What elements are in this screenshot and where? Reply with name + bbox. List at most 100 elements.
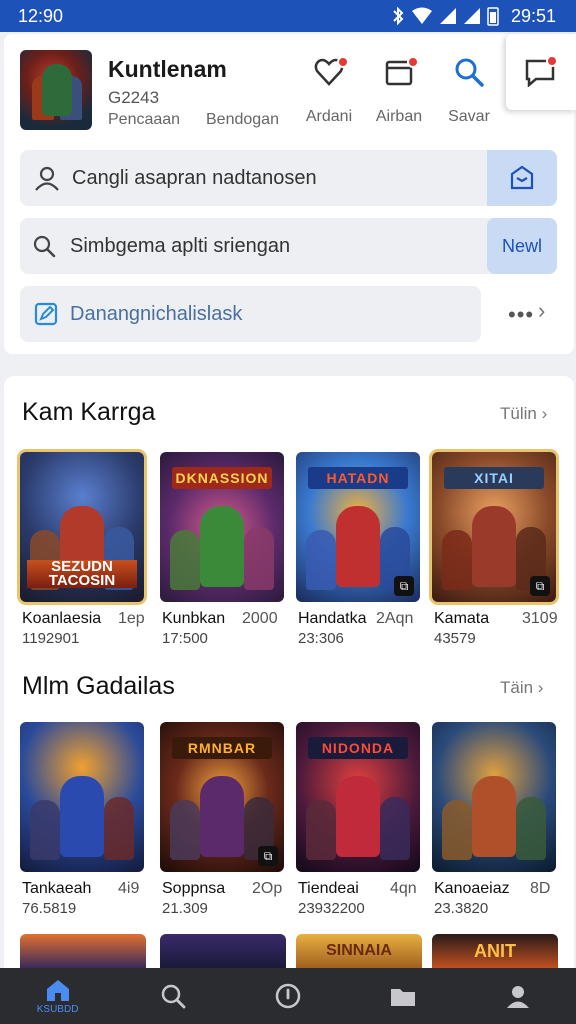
tile-name: Handatka bbox=[298, 610, 367, 627]
status-time: 12:90 bbox=[18, 5, 64, 26]
notification-badge bbox=[337, 56, 349, 68]
nav-search[interactable] bbox=[115, 968, 230, 1024]
tile-name: Soppnsa bbox=[162, 880, 226, 897]
nav-library[interactable] bbox=[346, 968, 461, 1024]
nav-info[interactable] bbox=[230, 968, 345, 1024]
tile-banner: NIDONDA bbox=[308, 737, 408, 759]
tile-meta: 1ep bbox=[118, 610, 145, 627]
folder-icon bbox=[391, 989, 416, 1006]
nav-home-caption: KSUBDD bbox=[36, 1003, 79, 1015]
edit-icon bbox=[34, 302, 58, 326]
promo-text: Danangnichalislask bbox=[70, 302, 243, 325]
tile-count: 43579 bbox=[434, 630, 476, 647]
header-action-savar[interactable]: Savar bbox=[434, 54, 504, 126]
signal2-icon bbox=[463, 8, 480, 24]
box-icon bbox=[510, 165, 534, 190]
bookmark-icon[interactable]: ⧉ bbox=[258, 846, 278, 866]
bookmark-icon[interactable]: ⧉ bbox=[394, 576, 414, 596]
secondary-search-input[interactable]: Simbgema aplti sriengan Newl bbox=[20, 218, 557, 274]
game-tile[interactable]: XITAI ⧉ bbox=[432, 452, 556, 602]
more-options-icon[interactable]: ••• bbox=[508, 302, 534, 328]
search-icon bbox=[455, 58, 484, 87]
tile-count: 1192901 bbox=[22, 630, 80, 647]
tile-name: Kunbkan bbox=[162, 610, 226, 627]
game-tile[interactable]: DKNASSION bbox=[160, 452, 284, 602]
app-meta-left[interactable]: Pencaaan bbox=[108, 111, 180, 129]
game-tile-peek[interactable]: ANIT bbox=[432, 934, 558, 968]
header-action-airban[interactable]: Airban bbox=[364, 54, 434, 126]
battery-icon bbox=[487, 7, 499, 26]
game-tile-peek[interactable] bbox=[160, 934, 286, 968]
home-icon bbox=[46, 979, 69, 1001]
tile-meta: 2000 bbox=[242, 610, 278, 627]
tile-name: Tankaeah bbox=[22, 880, 92, 897]
tile-count: 23.3820 bbox=[434, 900, 489, 917]
tile-meta: 4qn bbox=[390, 880, 417, 897]
tile-count: 23:306 bbox=[298, 630, 344, 647]
bluetooth-icon bbox=[393, 6, 404, 26]
bottom-navigation: KSUBDD bbox=[0, 968, 576, 1024]
game-tile-peek[interactable] bbox=[20, 934, 146, 968]
app-title: Kuntlenam bbox=[108, 56, 227, 82]
search-icon bbox=[33, 235, 56, 258]
signal-icon bbox=[439, 8, 456, 24]
tile-count: 17:500 bbox=[162, 630, 208, 647]
see-all-label: Täin bbox=[500, 678, 534, 697]
tile-name: Koanlaesia bbox=[22, 610, 102, 627]
header-action-ardani[interactable]: Ardani bbox=[294, 54, 364, 126]
game-tile[interactable]: SEZUDN TACOSIN bbox=[20, 452, 144, 602]
search-icon bbox=[161, 984, 186, 1009]
tile-meta: 2Op bbox=[252, 880, 283, 897]
game-tile[interactable] bbox=[20, 722, 144, 872]
game-tile[interactable]: NIDONDA bbox=[296, 722, 420, 872]
game-tile-peek[interactable]: SINNAIA bbox=[296, 934, 422, 968]
header-action-label: Savar bbox=[448, 108, 490, 125]
tile-meta: 4i9 bbox=[118, 880, 140, 897]
tile-strip: SEZUDN TACOSIN bbox=[27, 559, 137, 588]
search-input[interactable]: Cangli asapran nadtanosen bbox=[20, 150, 557, 206]
tile-meta: 3109 bbox=[522, 610, 558, 627]
app-meta-right[interactable]: Bendogan bbox=[206, 111, 279, 129]
tile-name: Tiendeai bbox=[298, 880, 359, 897]
tile-banner: XITAI bbox=[444, 467, 544, 489]
see-all-label: Tülin bbox=[500, 404, 537, 423]
tile-count: 21.309 bbox=[162, 900, 208, 917]
secondary-search-placeholder: Simbgema aplti sriengan bbox=[70, 234, 291, 257]
section-see-all[interactable]: Täin › bbox=[500, 678, 543, 698]
search-submit-button[interactable] bbox=[487, 150, 557, 206]
user-icon bbox=[35, 166, 59, 191]
search-placeholder: Cangli asapran nadtanosen bbox=[72, 166, 317, 189]
app-icon[interactable] bbox=[20, 50, 92, 130]
tile-count: 76.5819 bbox=[22, 900, 77, 917]
promo-row[interactable]: Danangnichalislask bbox=[20, 286, 481, 342]
bookmark-icon[interactable]: ⧉ bbox=[530, 576, 550, 596]
game-tile[interactable] bbox=[432, 722, 556, 872]
tile-count: 23932200 bbox=[298, 900, 365, 917]
header-action-label: Ardani bbox=[305, 108, 353, 125]
info-icon bbox=[275, 983, 301, 1009]
section-see-all[interactable]: Tülin › bbox=[500, 404, 547, 424]
game-tile[interactable]: HATADN ⧉ bbox=[296, 452, 420, 602]
nav-home[interactable]: KSUBDD bbox=[0, 968, 115, 1024]
status-icons: 29:51 bbox=[391, 6, 556, 27]
new-button[interactable]: Newl bbox=[487, 218, 557, 274]
tile-meta: 2Aqn bbox=[376, 610, 414, 627]
profile-icon bbox=[507, 986, 530, 1008]
corner-notification-tab[interactable] bbox=[506, 34, 576, 110]
notification-badge bbox=[407, 56, 419, 68]
section-title: Kam Karrga bbox=[22, 398, 156, 426]
nav-profile[interactable] bbox=[461, 968, 576, 1024]
notification-badge bbox=[546, 55, 558, 67]
app-subtitle: G2243 bbox=[108, 88, 160, 107]
game-tile[interactable]: RMNBAR ⧉ bbox=[160, 722, 284, 872]
status-clock: 29:51 bbox=[510, 5, 556, 26]
status-bar: 12:90 29:51 bbox=[0, 0, 576, 32]
tile-banner: HATADN bbox=[308, 467, 408, 489]
tile-banner: DKNASSION bbox=[172, 467, 272, 489]
chevron-right-icon[interactable]: › bbox=[538, 298, 545, 324]
wifi-icon bbox=[411, 7, 432, 24]
tile-banner: RMNBAR bbox=[172, 737, 272, 759]
section-title: Mlm Gadailas bbox=[22, 672, 175, 700]
tile-name: Kamata bbox=[434, 610, 490, 627]
tile-name: Kanoaeiaz bbox=[434, 880, 510, 897]
